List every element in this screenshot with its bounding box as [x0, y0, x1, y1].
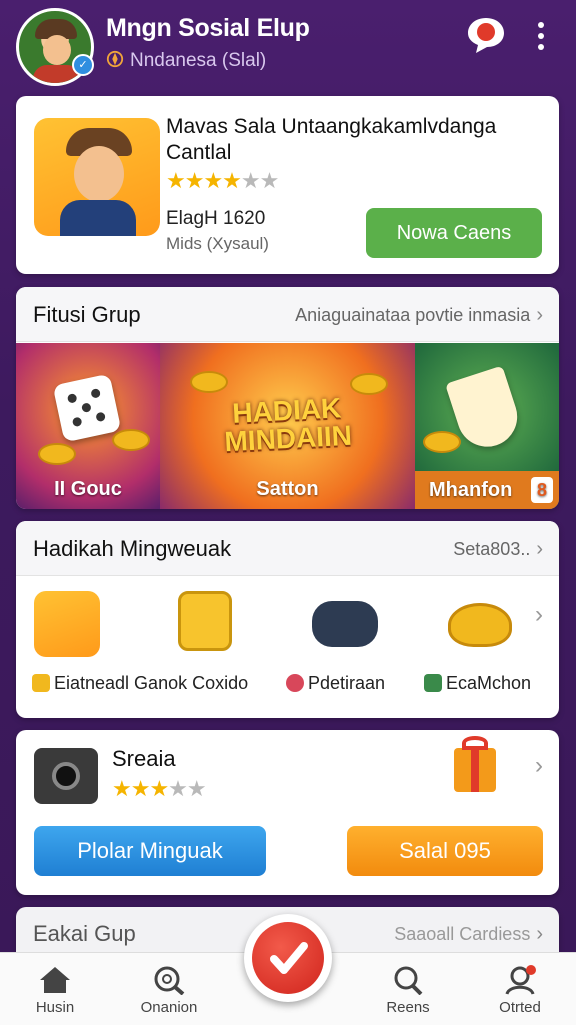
cheese-icon[interactable]: [448, 603, 512, 647]
rating-stars: ★★★★★★: [166, 168, 279, 194]
see-all-link[interactable]: Saaoall Cardiess ›: [394, 923, 543, 946]
tile-banner: HADIAK MINDAIIN: [223, 392, 353, 458]
chevron-right-icon: ›: [536, 923, 543, 945]
featured-game-card[interactable]: Mavas Sala Untaangkakamlvdanga Cantlal ★…: [16, 96, 559, 274]
chevron-right-icon: ›: [536, 304, 543, 326]
verified-badge-icon: ✓: [72, 54, 94, 76]
chevron-right-icon[interactable]: ›: [535, 752, 543, 780]
tile-label: Mhanfon 8: [415, 471, 559, 509]
checkmark-icon: [270, 942, 308, 974]
tile-badge: 8: [531, 477, 553, 503]
group-tile[interactable]: Mhanfon 8: [415, 343, 559, 509]
nav-label: Otrted: [499, 999, 541, 1016]
reward-label: EcaMchon: [424, 673, 531, 694]
nav-label: Husin: [35, 999, 75, 1016]
game-meta: Mids (Xysaul): [166, 234, 269, 253]
chevron-right-icon[interactable]: ›: [535, 601, 543, 629]
tile-label: Satton: [256, 478, 319, 500]
item-name: Sreaia: [112, 746, 176, 771]
featured-group-card: Fitusi Grup Aniaguainataa povtie inmasia…: [16, 287, 559, 509]
coin-icon: [32, 674, 50, 692]
rewards-card: Hadikah Mingweuak Seta803.. › › Eiatneadl…: [16, 521, 559, 718]
dice-icon: [52, 373, 122, 443]
group-tile[interactable]: II Gouc: [16, 343, 160, 509]
tile-label: II Gouc: [54, 478, 122, 500]
section-header: Hadikah Mingweuak Seta803.. ›: [16, 521, 559, 576]
dice-reward-icon[interactable]: [178, 591, 232, 651]
join-button[interactable]: Nowa Caens: [366, 208, 542, 258]
group-tile[interactable]: HADIAK MINDAIIN Satton: [160, 343, 415, 509]
nav-label: Onanion: [140, 999, 198, 1016]
section-title: Hadikah Mingweuak: [33, 536, 232, 561]
game-title: Mavas Sala Untaangkakamlvdanga Cantlal: [166, 115, 497, 164]
reward-label: Eiatneadl Ganok Coxido: [32, 673, 248, 694]
more-menu-icon[interactable]: [533, 22, 549, 54]
gift-icon[interactable]: [454, 736, 496, 792]
reward-label: Pdetiraan: [286, 673, 385, 694]
player-count: ElagH 1620: [166, 208, 266, 229]
star-icon: ★★★: [112, 776, 169, 801]
camera-icon: [34, 748, 98, 804]
app-title: Mngn Sosial Elup: [106, 14, 310, 42]
primary-action-button[interactable]: Plolar Minguak: [34, 826, 266, 876]
nav-item-profile[interactable]: Otrted: [470, 953, 570, 1025]
avatar-reward-icon[interactable]: [34, 591, 100, 657]
location-subtitle: Nndanesa (Slal): [106, 50, 266, 72]
search-person-icon: [394, 966, 423, 995]
search-icon: [154, 966, 185, 995]
nav-item-friends[interactable]: Reens: [358, 953, 458, 1025]
star-empty-icon: ★★: [168, 776, 206, 801]
nav-item-home[interactable]: Husin: [5, 953, 105, 1025]
section-header: Fitusi Grup Aniaguainataa povtie inmasia…: [16, 287, 559, 342]
gamepad-icon[interactable]: [312, 601, 378, 647]
chat-bubble-icon[interactable]: [466, 16, 506, 54]
shield-icon: [286, 674, 304, 692]
section-title: Eakai Gup: [33, 921, 136, 946]
shop-card: Sreaia ★★★★★ › Plolar Minguak Salal 095: [16, 730, 559, 895]
secondary-action-button[interactable]: Salal 095: [347, 826, 543, 876]
see-all-link[interactable]: Aniaguainataa povtie inmasia ›: [295, 304, 543, 327]
check-action-button[interactable]: [244, 914, 332, 1002]
badge-icon: [424, 674, 442, 692]
see-all-link[interactable]: Seta803.. ›: [453, 538, 543, 561]
nav-item-search[interactable]: Onanion: [119, 953, 219, 1025]
app-header: ✓ Mngn Sosial Elup Nndanesa (Slal): [0, 0, 576, 92]
star-empty-icon: ★★: [240, 168, 279, 193]
section-title: Fitusi Grup: [33, 302, 141, 327]
profile-icon: [505, 965, 536, 995]
nav-label: Reens: [386, 999, 430, 1016]
home-icon: [40, 967, 70, 993]
location-label: Nndanesa (Slal): [130, 50, 267, 71]
chevron-right-icon: ›: [536, 538, 543, 560]
rating-stars: ★★★★★: [112, 776, 207, 802]
game-thumbnail[interactable]: [34, 118, 160, 236]
star-icon: ★★★★: [166, 168, 242, 193]
compass-icon: [106, 50, 124, 68]
